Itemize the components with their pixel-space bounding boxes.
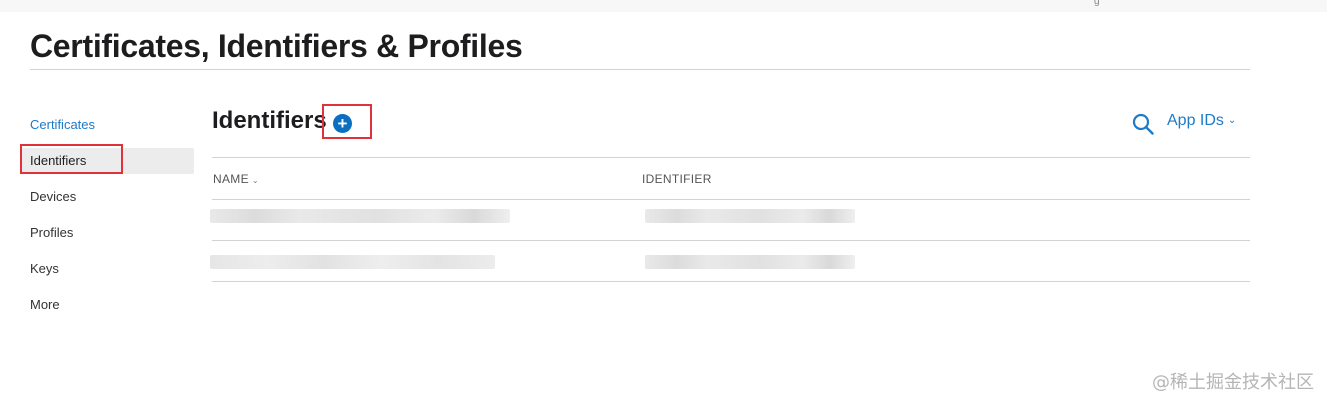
- table-row[interactable]: [210, 241, 1250, 281]
- top-bar: g: [0, 0, 1327, 12]
- sidebar-item-more[interactable]: More: [22, 292, 194, 318]
- sidebar-item-label: More: [30, 297, 60, 312]
- redacted-name: [210, 255, 495, 269]
- page-title: Certificates, Identifiers & Profiles: [30, 28, 523, 64]
- column-header-identifier[interactable]: IDENTIFIER: [642, 172, 712, 186]
- table-row[interactable]: [210, 200, 1250, 240]
- filter-dropdown[interactable]: App IDs ⌄: [1167, 112, 1236, 130]
- sidebar-item-label: Devices: [30, 189, 77, 204]
- section-title: Identifiers: [212, 107, 327, 134]
- column-header-name[interactable]: NAME ⌄: [213, 172, 259, 186]
- sidebar-item-devices[interactable]: Devices: [22, 184, 194, 210]
- filter-selected-label: App IDs: [1167, 112, 1224, 129]
- redacted-identifier: [645, 255, 855, 269]
- chevron-down-icon: ⌄: [251, 176, 259, 185]
- redacted-name: [210, 209, 510, 223]
- chevron-down-icon: ⌄: [1227, 115, 1237, 126]
- sidebar-item-label: Certificates: [30, 117, 96, 132]
- redacted-identifier: [645, 209, 855, 223]
- search-icon[interactable]: [1132, 113, 1154, 135]
- topbar-fragment: g: [1094, 0, 1100, 7]
- table-divider: [212, 281, 1250, 282]
- watermark: @稀土掘金技术社区: [1152, 372, 1314, 393]
- sidebar-item-keys[interactable]: Keys: [22, 256, 194, 282]
- title-divider: [30, 69, 1250, 70]
- sidebar-item-identifiers[interactable]: Identifiers: [20, 144, 194, 174]
- sidebar-item-label: Identifiers: [30, 153, 87, 168]
- table-divider: [212, 157, 1250, 158]
- sidebar-item-label: Keys: [30, 261, 59, 276]
- sidebar-item-profiles[interactable]: Profiles: [22, 220, 194, 246]
- add-identifier-button[interactable]: +: [333, 114, 352, 133]
- sidebar-item-certificates[interactable]: Certificates: [22, 112, 194, 138]
- sidebar-item-label: Profiles: [30, 225, 74, 240]
